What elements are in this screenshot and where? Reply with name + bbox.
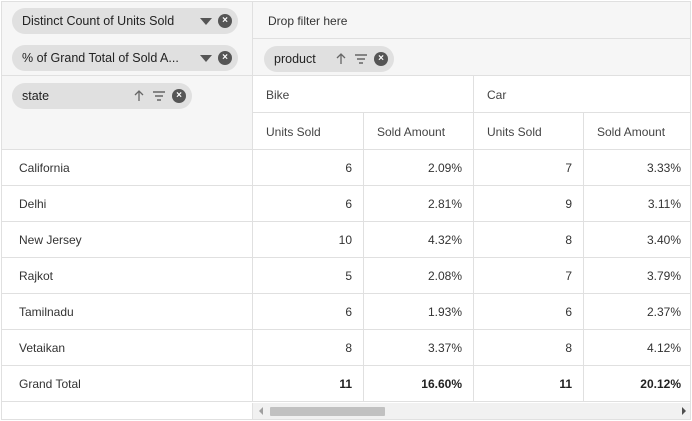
measure-header-units-sold[interactable]: Units Sold [474, 113, 584, 150]
total-cell[interactable]: 16.60% [364, 366, 474, 402]
value-cell[interactable]: 2.81% [364, 186, 474, 222]
table-row: New Jersey 10 4.32% 8 3.40% [2, 222, 690, 258]
filter-drop-area[interactable]: Drop filter here [253, 2, 690, 39]
value-cell[interactable]: 6 [474, 294, 584, 330]
table-row: Tamilnadu 6 1.93% 6 2.37% [2, 294, 690, 330]
value-pill-label: Distinct Count of Units Sold [22, 14, 175, 28]
row-header[interactable]: Delhi [2, 186, 253, 222]
value-cell[interactable]: 3.37% [364, 330, 474, 366]
sort-ascending-icon[interactable] [334, 52, 348, 66]
value-cell[interactable]: 5 [253, 258, 364, 294]
remove-icon[interactable]: × [218, 51, 232, 65]
total-cell[interactable]: 11 [253, 366, 364, 402]
measure-header-sold-amount[interactable]: Sold Amount [364, 113, 474, 150]
filter-drop-placeholder: Drop filter here [268, 14, 348, 28]
scroll-left-icon[interactable] [259, 407, 263, 415]
table-row: Vetaikan 8 3.37% 8 4.12% [2, 330, 690, 366]
row-header[interactable]: New Jersey [2, 222, 253, 258]
measure-header-sold-amount[interactable]: Sold Amount [584, 113, 690, 150]
row-header[interactable]: Rajkot [2, 258, 253, 294]
scrollbar-thumb[interactable] [270, 407, 385, 416]
column-header-car[interactable]: Car [474, 76, 690, 113]
value-cell[interactable]: 3.40% [584, 222, 690, 258]
column-header-bike[interactable]: Bike [253, 76, 474, 113]
measure-header-units-sold[interactable]: Units Sold [253, 113, 364, 150]
value-cell[interactable]: 8 [474, 222, 584, 258]
value-cell[interactable]: 9 [474, 186, 584, 222]
value-cell[interactable]: 4.12% [584, 330, 690, 366]
remove-icon[interactable]: × [218, 14, 232, 28]
dropdown-caret-icon[interactable] [200, 54, 212, 62]
grand-total-row: Grand Total 11 16.60% 11 20.12% [2, 366, 690, 402]
value-cell[interactable]: 6 [253, 294, 364, 330]
remove-icon[interactable]: × [374, 52, 388, 66]
row-header[interactable]: California [2, 150, 253, 186]
value-cell[interactable]: 2.08% [364, 258, 474, 294]
column-pill-product[interactable]: product × [264, 46, 394, 72]
value-cell[interactable]: 10 [253, 222, 364, 258]
value-cell[interactable]: 3.11% [584, 186, 690, 222]
value-cell[interactable]: 4.32% [364, 222, 474, 258]
column-axis-area: product × [253, 39, 690, 76]
remove-icon[interactable]: × [172, 89, 186, 103]
value-cell[interactable]: 8 [253, 330, 364, 366]
value-pill-sold-amount[interactable]: % of Grand Total of Sold A... × [12, 45, 238, 71]
values-area: Distinct Count of Units Sold × % of Gran… [2, 2, 253, 76]
value-cell[interactable]: 7 [474, 150, 584, 186]
filter-icon[interactable] [152, 89, 166, 103]
row-header[interactable]: Tamilnadu [2, 294, 253, 330]
pivot-grid: Distinct Count of Units Sold × % of Gran… [1, 1, 691, 420]
row-header[interactable]: Grand Total [2, 366, 253, 402]
scroll-corner [2, 403, 253, 419]
filter-icon[interactable] [354, 52, 368, 66]
value-cell[interactable]: 2.09% [364, 150, 474, 186]
value-cell[interactable]: 6 [253, 186, 364, 222]
row-pill-state[interactable]: state × [12, 83, 192, 109]
value-cell[interactable]: 3.33% [584, 150, 690, 186]
table-row: Delhi 6 2.81% 9 3.11% [2, 186, 690, 222]
value-cell[interactable]: 6 [253, 150, 364, 186]
value-pill-units-sold[interactable]: Distinct Count of Units Sold × [12, 8, 238, 34]
column-pill-label: product [274, 52, 316, 66]
total-cell[interactable]: 20.12% [584, 366, 690, 402]
table-row: California 6 2.09% 7 3.33% [2, 150, 690, 186]
scroll-right-icon[interactable] [682, 407, 686, 415]
horizontal-scrollbar[interactable] [253, 403, 690, 419]
value-cell[interactable]: 3.79% [584, 258, 690, 294]
sort-ascending-icon[interactable] [132, 89, 146, 103]
table-row: Rajkot 5 2.08% 7 3.79% [2, 258, 690, 294]
row-header[interactable]: Vetaikan [2, 330, 253, 366]
row-axis-area: state × [2, 76, 253, 150]
value-pill-label: % of Grand Total of Sold A... [22, 51, 179, 65]
value-cell[interactable]: 8 [474, 330, 584, 366]
value-cell[interactable]: 2.37% [584, 294, 690, 330]
value-cell[interactable]: 7 [474, 258, 584, 294]
total-cell[interactable]: 11 [474, 366, 584, 402]
dropdown-caret-icon[interactable] [200, 17, 212, 25]
value-cell[interactable]: 1.93% [364, 294, 474, 330]
row-pill-label: state [22, 89, 50, 103]
